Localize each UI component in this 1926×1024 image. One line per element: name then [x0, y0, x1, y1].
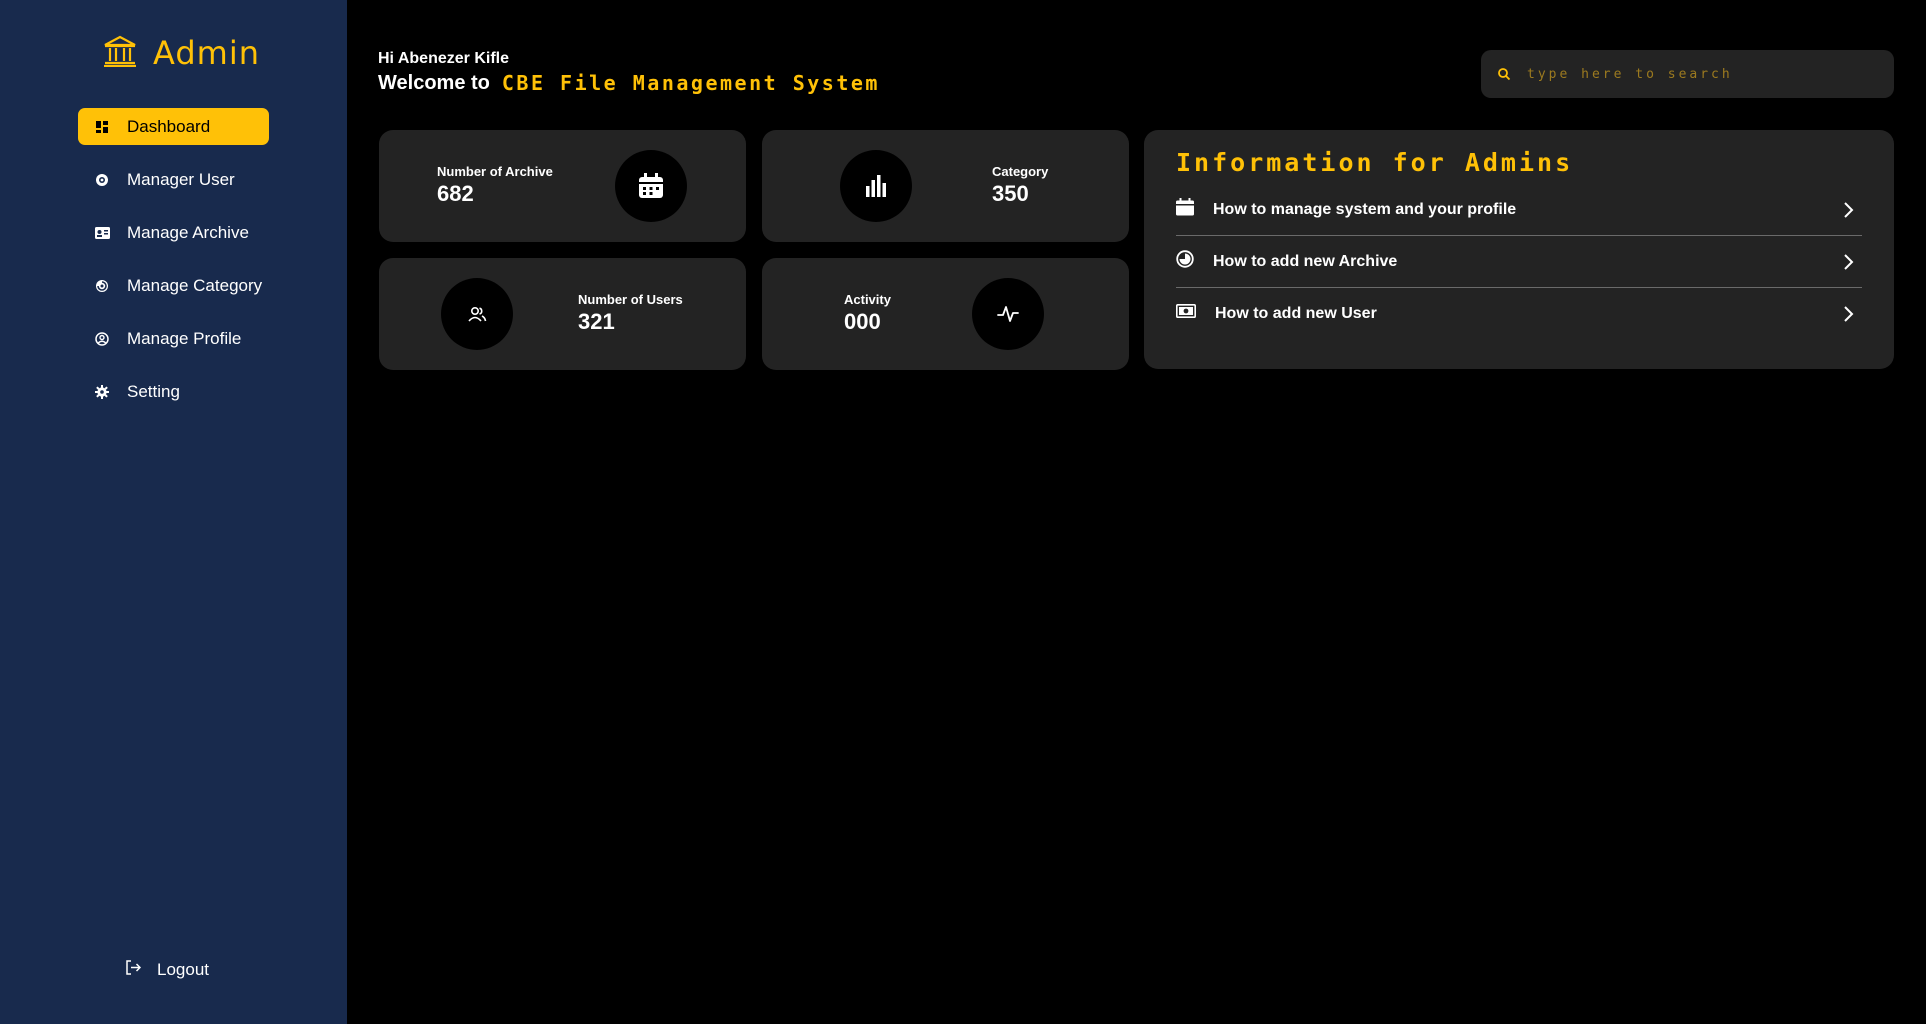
stat-label: Number of Archive — [437, 164, 553, 179]
users-icon — [441, 278, 513, 350]
category-icon — [94, 278, 110, 294]
stat-card-activity[interactable]: Activity 000 — [762, 258, 1129, 370]
chevron-right-icon — [1842, 201, 1856, 219]
info-item-add-user[interactable]: How to add new User — [1176, 288, 1862, 339]
calendar-icon — [1176, 198, 1194, 221]
chevron-right-icon — [1842, 253, 1856, 271]
sidebar-item-label: Manager User — [127, 169, 235, 189]
info-panel: Information for Admins How to manage sys… — [1144, 130, 1894, 369]
stat-text: Number of Users 321 — [578, 292, 683, 335]
sidebar-item-manager-user[interactable]: Manager User — [78, 161, 269, 198]
info-item-label: How to add new Archive — [1213, 252, 1398, 270]
brand-title: Admin — [153, 34, 260, 72]
sidebar-item-manage-profile[interactable]: Manage Profile — [78, 320, 269, 357]
stat-label: Category — [992, 164, 1049, 179]
greeting-text: Hi Abenezer Kifle — [378, 50, 509, 67]
dashboard-icon — [94, 119, 110, 135]
stat-value: 321 — [578, 309, 615, 334]
stat-label: Number of Users — [578, 292, 683, 307]
stat-card-users[interactable]: Number of Users 321 — [379, 258, 746, 370]
greeting-header: Hi Abenezer Kifle Welcome to CBE File Ma… — [378, 50, 880, 95]
sidebar-item-label: Dashboard — [127, 116, 211, 136]
pie-chart-icon — [1176, 250, 1194, 273]
sidebar-item-manage-archive[interactable]: Manage Archive — [78, 214, 269, 251]
user-gear-icon — [94, 172, 110, 188]
sidebar-item-label: Setting — [127, 381, 180, 401]
sidebar-item-setting[interactable]: Setting — [78, 373, 269, 410]
profile-icon — [94, 331, 110, 347]
sidebar-item-manage-category[interactable]: Manage Category — [78, 267, 269, 304]
sidebar: Admin Dashboard Manager User Manage Arch… — [0, 0, 347, 1024]
bank-icon — [103, 35, 137, 72]
search-input[interactable] — [1525, 65, 1869, 83]
sidebar-item-label: Manage Category — [127, 275, 263, 295]
sidebar-item-label: Manage Profile — [127, 328, 242, 348]
id-card-icon — [94, 225, 110, 241]
info-item-label: How to add new User — [1215, 304, 1377, 322]
stat-card-archive[interactable]: Number of Archive 682 — [379, 130, 746, 242]
sidebar-nav: Dashboard Manager User Manage Archive Ma… — [78, 108, 269, 426]
stat-card-category[interactable]: Category 350 — [762, 130, 1129, 242]
chevron-right-icon — [1842, 305, 1856, 323]
stat-text: Activity 000 — [844, 292, 891, 335]
bar-chart-icon — [840, 150, 912, 222]
stat-text: Number of Archive 682 — [437, 164, 553, 207]
search-bar — [1481, 50, 1894, 98]
sidebar-item-label: Manage Archive — [127, 222, 249, 242]
info-item-add-archive[interactable]: How to add new Archive — [1176, 236, 1862, 288]
info-title: Information for Admins — [1176, 148, 1574, 177]
stat-value: 682 — [437, 181, 474, 206]
logout-label: Logout — [157, 960, 209, 979]
info-item-label: How to manage system and your profile — [1213, 200, 1517, 218]
welcome-text: Welcome to — [378, 71, 490, 94]
info-list: How to manage system and your profile Ho… — [1176, 184, 1862, 339]
sidebar-item-dashboard[interactable]: Dashboard — [78, 108, 269, 145]
logout-button[interactable]: Logout — [125, 960, 209, 980]
stat-text: Category 350 — [992, 164, 1048, 207]
gear-icon — [94, 384, 110, 400]
stat-value: 350 — [992, 181, 1029, 206]
system-name: CBE File Management System — [501, 71, 880, 95]
search-icon[interactable] — [1497, 67, 1511, 81]
brand[interactable]: Admin — [103, 34, 260, 72]
logout-icon — [125, 960, 142, 980]
info-item-manage-system[interactable]: How to manage system and your profile — [1176, 184, 1862, 236]
welcome-line: Welcome to CBE File Management System — [378, 71, 880, 95]
activity-icon — [972, 278, 1044, 350]
calendar-icon — [615, 150, 687, 222]
stat-value: 000 — [844, 309, 881, 334]
stat-label: Activity — [844, 292, 891, 307]
money-bill-icon — [1176, 304, 1196, 323]
